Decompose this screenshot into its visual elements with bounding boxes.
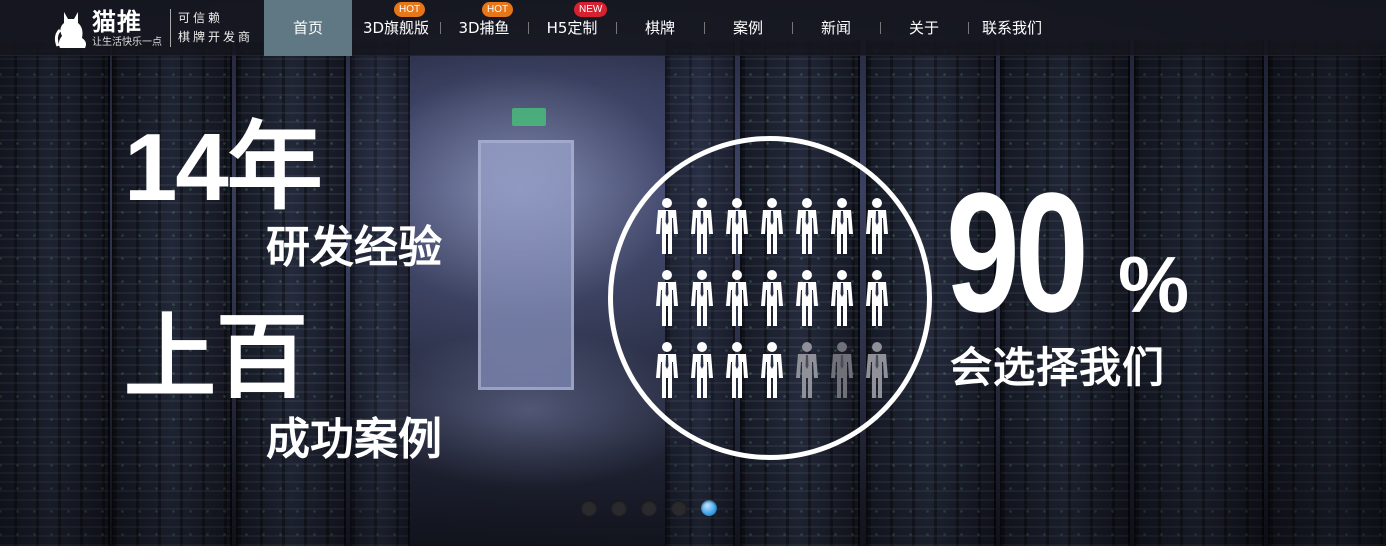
person-icon	[796, 270, 818, 326]
person-icon	[761, 342, 783, 398]
person-icon	[866, 270, 888, 326]
nav-item-label: 首页	[292, 19, 323, 37]
person-icon	[656, 198, 678, 254]
person-icon	[866, 198, 888, 254]
nav-item-h5-custom[interactable]: H5定制 NEW	[528, 0, 617, 56]
hot-badge: HOT	[394, 2, 426, 17]
cases-subtitle: 成功案例	[266, 415, 442, 464]
logo-divider	[170, 9, 171, 47]
person-icon	[796, 342, 818, 398]
percent-subtitle: 会选择我们	[950, 344, 1166, 391]
person-icon	[831, 198, 853, 254]
nav-item-home[interactable]: 首页	[264, 0, 352, 56]
brand-tagline-1: 可信赖	[178, 11, 224, 25]
person-icon	[691, 342, 713, 398]
main-menu: 首页 3D旗舰版 HOT 3D捕鱼 HOT H5定制 NEW 棋牌 案例 新闻	[264, 0, 1056, 56]
person-icon	[796, 198, 818, 254]
years-headline: 14年	[124, 114, 323, 221]
nav-item-label: 案例	[732, 19, 763, 37]
nav-item-contact[interactable]: 联系我们	[968, 0, 1056, 56]
nav-item-cases[interactable]: 案例	[704, 0, 793, 56]
nav-item-label: H5定制	[546, 19, 598, 37]
cases-headline: 上百	[124, 307, 309, 409]
person-icon	[656, 270, 678, 326]
people-icon-grid	[656, 198, 888, 398]
person-icon	[726, 270, 748, 326]
person-icon	[726, 342, 748, 398]
slider-dot[interactable]	[701, 500, 717, 516]
nav-item-label: 棋牌	[644, 19, 675, 37]
nav-item-3d-fishing[interactable]: 3D捕鱼 HOT	[440, 0, 529, 56]
new-badge: NEW	[574, 2, 608, 17]
logo[interactable]: 猫推 让生活快乐一点 可信赖 棋牌开发商	[54, 5, 262, 51]
slider-dot[interactable]	[671, 500, 687, 516]
percent-sign: %	[1118, 240, 1190, 329]
cat-logo-icon	[54, 6, 90, 50]
brand-tagline-2: 棋牌开发商	[178, 30, 254, 44]
nav-item-3d-flagship[interactable]: 3D旗舰版 HOT	[352, 0, 441, 56]
nav-item-label: 3D捕鱼	[458, 19, 510, 37]
nav-item-label: 新闻	[820, 19, 851, 37]
nav-item-news[interactable]: 新闻	[792, 0, 881, 56]
top-navigation: 猫推 让生活快乐一点 可信赖 棋牌开发商 首页 3D旗舰版 HOT 3D捕鱼 H…	[0, 0, 1386, 56]
nav-item-label: 3D旗舰版	[362, 19, 430, 37]
slider-dot[interactable]	[581, 500, 597, 516]
person-icon	[866, 342, 888, 398]
slider-dot[interactable]	[641, 500, 657, 516]
person-icon	[726, 198, 748, 254]
person-icon	[656, 342, 678, 398]
years-subtitle: 研发经验	[266, 223, 442, 272]
person-icon	[761, 270, 783, 326]
hot-badge: HOT	[482, 2, 514, 17]
nav-item-label: 联系我们	[981, 19, 1042, 37]
person-icon	[691, 198, 713, 254]
person-icon	[761, 198, 783, 254]
nav-item-about[interactable]: 关于	[880, 0, 969, 56]
person-icon	[691, 270, 713, 326]
slider-dot[interactable]	[611, 500, 627, 516]
brand-slogan: 让生活快乐一点	[92, 36, 162, 48]
nav-item-chess-cards[interactable]: 棋牌	[616, 0, 705, 56]
percent-value: 90	[946, 158, 1089, 348]
people-grid	[652, 198, 892, 398]
slider-pagination	[581, 500, 717, 516]
person-icon	[831, 342, 853, 398]
brand-name: 猫推	[92, 7, 142, 36]
person-icon	[831, 270, 853, 326]
nav-item-label: 关于	[908, 19, 939, 37]
